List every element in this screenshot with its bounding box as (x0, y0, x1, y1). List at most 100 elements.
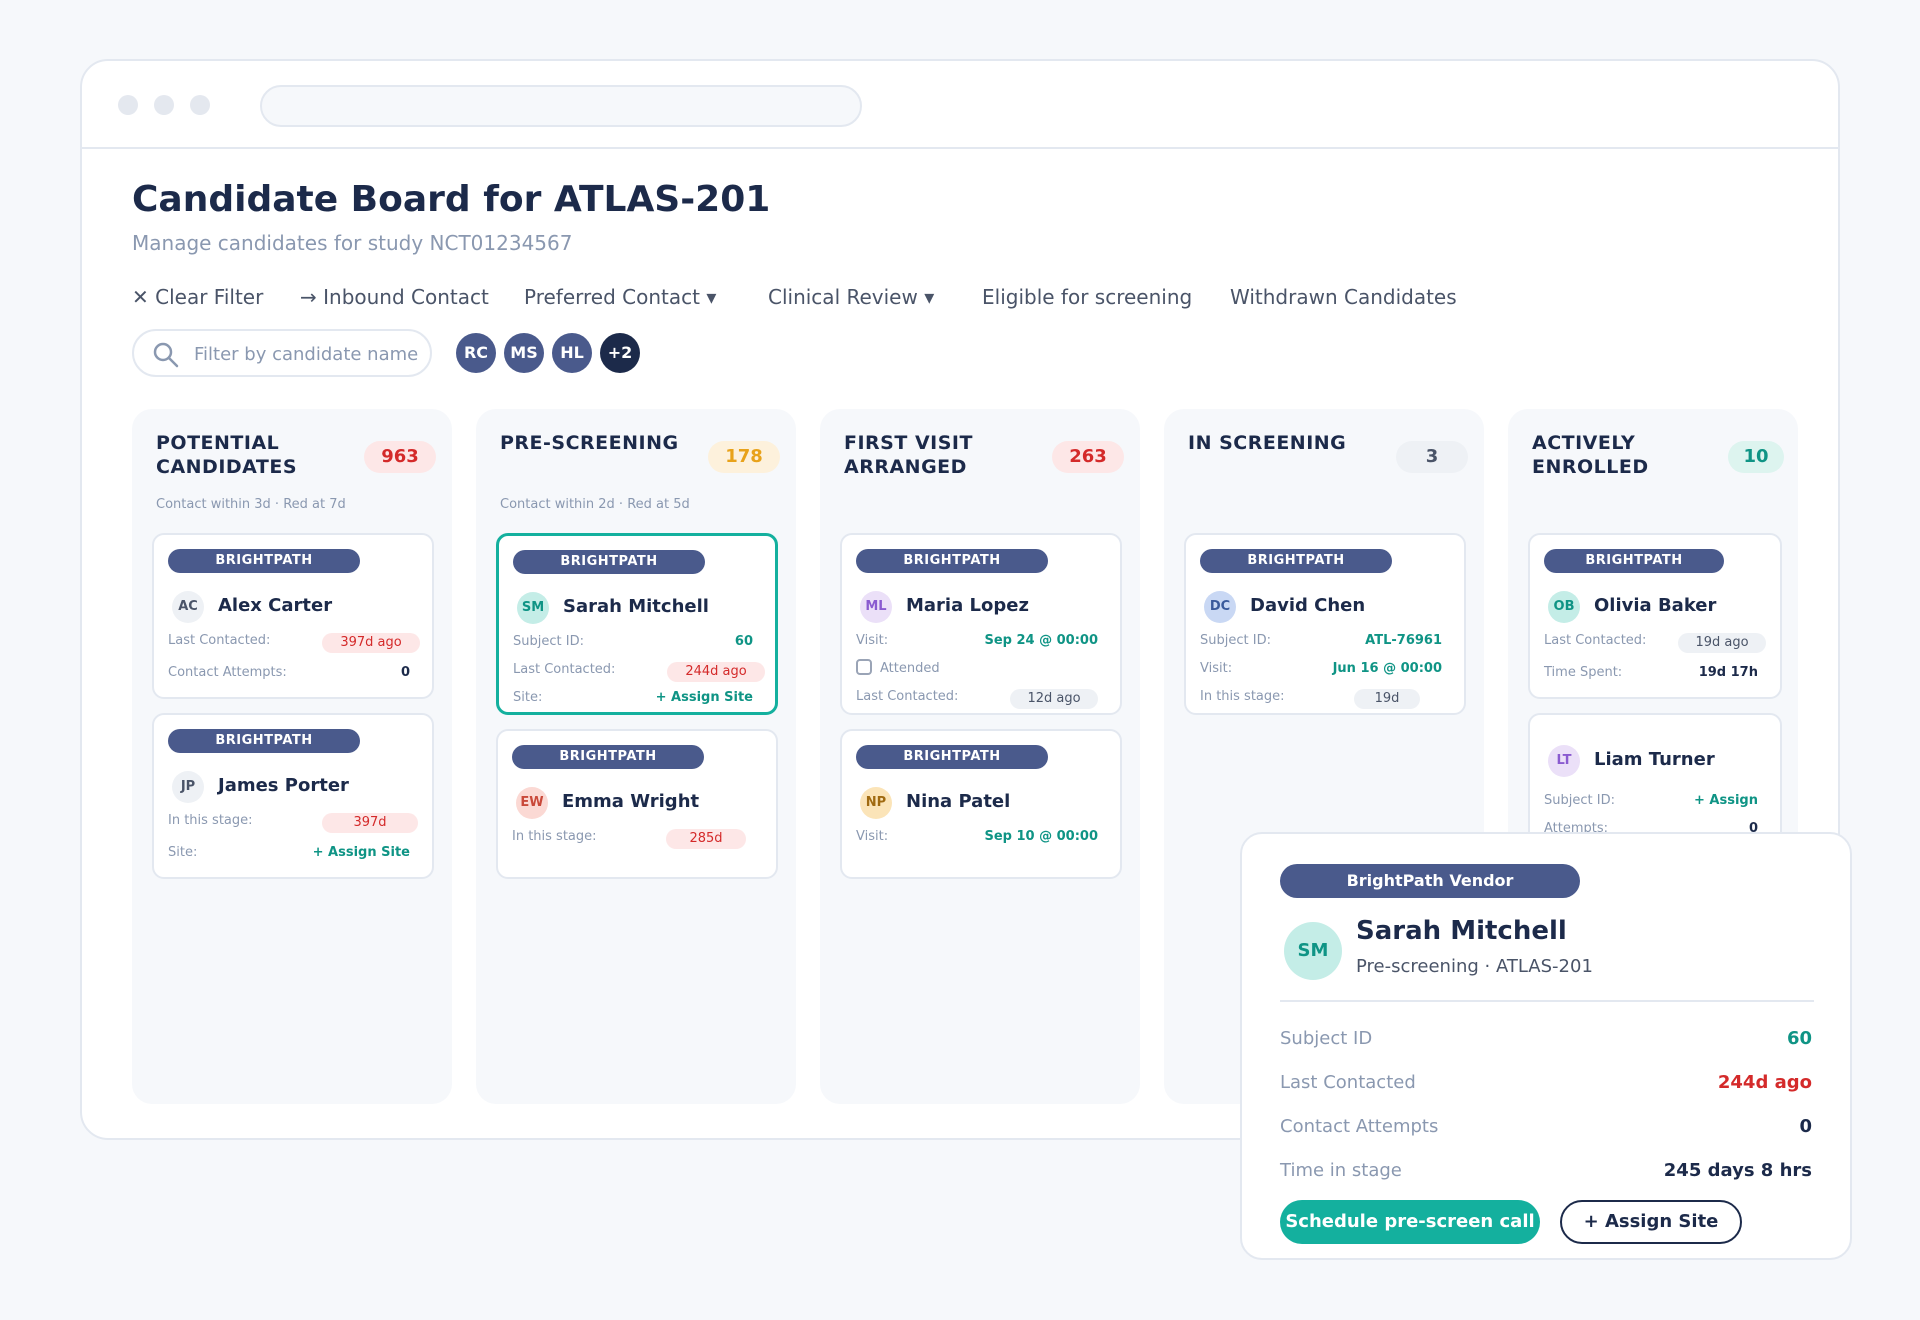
search-box (132, 329, 432, 377)
address-bar[interactable] (260, 85, 862, 127)
time-in-stage-value: 245 days 8 hrs (1663, 1160, 1812, 1181)
column-count-badge: 263 (1052, 441, 1124, 473)
vendor-badge: BRIGHTPATH (856, 549, 1048, 573)
column-title: PRE-SCREENING (500, 432, 679, 454)
column-title: ACTIVELY ENROLLED (1532, 432, 1649, 478)
candidate-name: Olivia Baker (1594, 595, 1717, 616)
candidate-card[interactable]: BRIGHTPATH OB Olivia Baker Last Contacte… (1528, 533, 1782, 699)
field-label: Last Contacted: (856, 689, 959, 704)
clear-filter-button[interactable]: ✕ Clear Filter (132, 285, 263, 309)
field-label: Visit: (1200, 661, 1233, 676)
divider (1280, 1000, 1814, 1002)
assign-site-link[interactable]: + Assign Site (656, 690, 753, 705)
stage-duration-badge: 397d (322, 813, 418, 833)
column-count-badge: 3 (1396, 441, 1468, 473)
vendor-badge: BRIGHTPATH (512, 745, 704, 769)
assign-site-button[interactable]: + Assign Site (1560, 1200, 1742, 1244)
candidate-card[interactable]: BRIGHTPATH DC David Chen Subject ID: ATL… (1184, 533, 1466, 715)
subject-id-value: 60 (734, 634, 753, 649)
window-maximize-dot[interactable] (190, 95, 210, 115)
vendor-badge: BRIGHTPATH (856, 745, 1048, 769)
stage-duration-badge: 285d (666, 829, 746, 849)
column-title: FIRST VISIT ARRANGED (844, 432, 973, 478)
window-close-dot[interactable] (118, 95, 138, 115)
field-label: Subject ID: (1200, 633, 1271, 648)
preferred-contact-dropdown[interactable]: Preferred Contact ▾ (524, 285, 716, 309)
contact-attempts-value: 0 (1799, 1116, 1812, 1137)
field-label: Last Contacted: (168, 633, 271, 648)
window-titlebar (82, 61, 1838, 149)
attended-checkbox[interactable] (856, 659, 872, 675)
column-first-visit-arranged: FIRST VISIT ARRANGED 263 BRIGHTPATH ML M… (820, 409, 1140, 1104)
field-label: Visit: (856, 829, 889, 844)
field-label: In this stage: (512, 829, 597, 844)
assign-site-link[interactable]: + Assign Site (313, 845, 410, 860)
candidate-card[interactable]: BRIGHTPATH AC Alex Carter Last Contacted… (152, 533, 434, 699)
vendor-badge: BRIGHTPATH (1544, 549, 1724, 573)
schedule-prescreen-call-button[interactable]: Schedule pre-screen call (1280, 1200, 1540, 1244)
visit-datetime: Sep 24 @ 00:00 (984, 633, 1098, 648)
candidate-avatar: EW (516, 787, 548, 819)
assignee-avatar[interactable]: MS (504, 333, 544, 373)
stage-duration-badge: 19d (1354, 689, 1420, 709)
eligible-for-screening-filter[interactable]: Eligible for screening (982, 285, 1192, 309)
candidate-card[interactable]: BRIGHTPATH NP Nina Patel Visit: Sep 10 @… (840, 729, 1122, 879)
vendor-badge: BRIGHTPATH (1200, 549, 1392, 573)
column-contact-rule: Contact within 3d · Red at 7d (156, 497, 346, 512)
candidate-card-selected[interactable]: BRIGHTPATH SM Sarah Mitchell Subject ID:… (496, 533, 778, 715)
detail-label: Subject ID (1280, 1028, 1373, 1049)
field-label: Time Spent: (1544, 665, 1623, 680)
candidate-detail-popover: BrightPath Vendor SM Sarah Mitchell Pre-… (1240, 832, 1852, 1260)
withdrawn-candidates-filter[interactable]: Withdrawn Candidates (1230, 285, 1457, 309)
candidate-avatar: OB (1548, 591, 1580, 623)
candidate-name: Alex Carter (218, 595, 333, 616)
candidate-card[interactable]: BRIGHTPATH EW Emma Wright In this stage:… (496, 729, 778, 879)
assignee-avatar[interactable]: RC (456, 333, 496, 373)
candidate-card[interactable]: BRIGHTPATH JP James Porter In this stage… (152, 713, 434, 879)
subject-id-value: 60 (1786, 1028, 1812, 1049)
candidate-stage-study: Pre-screening · ATLAS-201 (1356, 956, 1593, 977)
candidate-search-input[interactable] (194, 341, 424, 367)
assignee-avatar[interactable]: HL (552, 333, 592, 373)
attended-label: Attended (880, 661, 940, 676)
visit-datetime: Jun 16 @ 00:00 (1332, 661, 1442, 676)
candidate-avatar: SM (1284, 922, 1342, 980)
field-label: Site: (168, 845, 198, 860)
candidate-name: Sarah Mitchell (1356, 916, 1567, 946)
column-pre-screening: PRE-SCREENING 178 Contact within 2d · Re… (476, 409, 796, 1104)
inbound-contact-filter[interactable]: → Inbound Contact (300, 285, 489, 309)
last-contacted-value: 244d ago (1717, 1072, 1812, 1093)
column-potential-candidates: POTENTIAL CANDIDATES 963 Contact within … (132, 409, 452, 1104)
column-count-badge: 178 (708, 441, 780, 473)
candidate-name: Nina Patel (906, 791, 1011, 812)
vendor-badge: BrightPath Vendor (1280, 864, 1580, 898)
column-title: IN SCREENING (1188, 432, 1347, 454)
page-subtitle: Manage candidates for study NCT01234567 (132, 231, 573, 255)
candidate-avatar: ML (860, 591, 892, 623)
detail-label: Contact Attempts (1280, 1116, 1439, 1137)
column-title: POTENTIAL CANDIDATES (156, 432, 298, 478)
candidate-avatar: SM (517, 592, 549, 624)
field-value: 19d 17h (1698, 665, 1758, 680)
field-label: Subject ID: (513, 634, 584, 649)
candidate-card[interactable]: BRIGHTPATH ML Maria Lopez Visit: Sep 24 … (840, 533, 1122, 715)
visit-datetime: Sep 10 @ 00:00 (984, 829, 1098, 844)
clinical-review-dropdown[interactable]: Clinical Review ▾ (768, 285, 934, 309)
candidate-avatar: LT (1548, 745, 1580, 777)
column-count-badge: 963 (364, 441, 436, 473)
candidate-name: James Porter (218, 775, 349, 796)
assign-subject-link[interactable]: + Assign (1694, 793, 1758, 808)
field-label: Visit: (856, 633, 889, 648)
candidate-avatar: DC (1204, 591, 1236, 623)
candidate-avatar: JP (172, 771, 204, 803)
last-contacted-badge: 19d ago (1678, 633, 1766, 653)
field-label: Contact Attempts: (168, 665, 287, 680)
vendor-badge: BRIGHTPATH (513, 550, 705, 574)
search-icon (153, 342, 179, 368)
more-assignees-chip[interactable]: +2 (600, 333, 640, 373)
window-minimize-dot[interactable] (154, 95, 174, 115)
candidate-name: Emma Wright (562, 791, 700, 812)
column-count-badge: 10 (1728, 441, 1784, 473)
last-contacted-badge: 244d ago (667, 662, 765, 682)
candidate-avatar: AC (172, 591, 204, 623)
